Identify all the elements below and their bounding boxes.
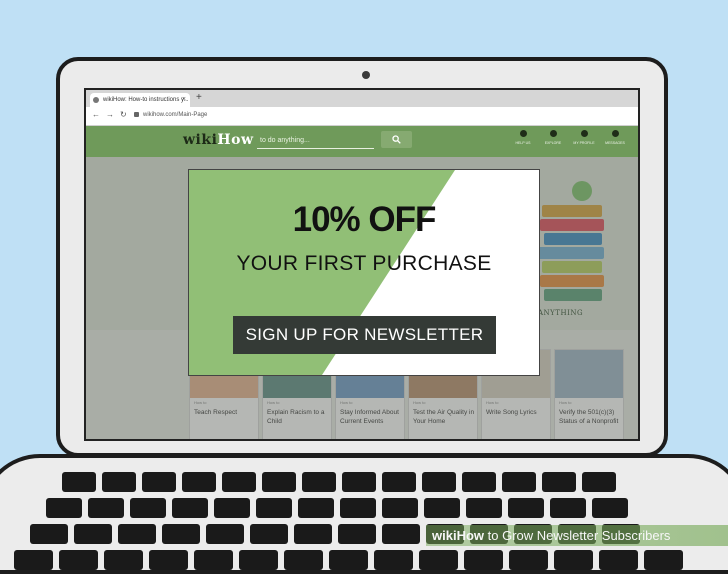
lock-icon: [134, 112, 139, 117]
keyboard-key: [582, 472, 616, 492]
search-placeholder: to do anything...: [260, 137, 310, 144]
keyboard-key: [206, 524, 244, 544]
logo-wiki: wiki: [183, 132, 218, 148]
nav-label: HELP US: [515, 141, 531, 145]
keyboard-key: [508, 498, 544, 518]
keyboard-key: [464, 550, 503, 570]
keyboard-key: [419, 550, 458, 570]
messages-icon: [611, 130, 619, 137]
keyboard-key: [550, 498, 586, 518]
nav-label: EXPLORE: [544, 141, 562, 145]
popup-subheadline: YOUR FIRST PURCHASE: [236, 252, 492, 275]
nav-messages[interactable]: MESSAGES: [602, 130, 628, 145]
sprout-icon: [519, 130, 527, 137]
keyboard-key: [262, 472, 296, 492]
watermark-text: to Grow Newsletter Subscribers: [484, 528, 671, 543]
keyboard-key: [194, 550, 233, 570]
keyboard-key: [374, 550, 413, 570]
watermark-brand: wikiHow: [432, 528, 485, 543]
keyboard-key: [104, 550, 143, 570]
browser-tab[interactable]: wikiHow: How-to instructions y... ×: [90, 93, 190, 107]
wikihow-logo[interactable]: wikiHow: [183, 132, 254, 148]
search-button[interactable]: [381, 131, 412, 148]
nav-explore[interactable]: EXPLORE: [540, 130, 566, 145]
search-icon: [392, 135, 401, 144]
keyboard-key: [338, 524, 376, 544]
url-field[interactable]: wikihow.com/Main-Page: [143, 111, 207, 120]
nav-label: MESSAGES: [605, 141, 625, 145]
keyboard-key: [542, 472, 576, 492]
keyboard-key: [466, 498, 502, 518]
keyboard-key: [214, 498, 250, 518]
address-bar: ← → ↻ wikihow.com/Main-Page: [86, 107, 638, 126]
keyboard-key: [382, 472, 416, 492]
site-search-input[interactable]: to do anything...: [257, 134, 374, 149]
profile-icon: [580, 130, 588, 137]
webcam-icon: [362, 71, 370, 79]
keyboard-key: [644, 550, 683, 570]
keyboard-key: [554, 550, 593, 570]
browser-tab-bar: wikiHow: How-to instructions y... × +: [86, 90, 638, 107]
nav-label: MY PROFILE: [573, 141, 595, 145]
keyboard-key: [599, 550, 638, 570]
keyboard-key: [342, 472, 376, 492]
keyboard-key: [298, 498, 334, 518]
nav-my-profile[interactable]: MY PROFILE: [571, 130, 597, 145]
keyboard-key: [142, 472, 176, 492]
keyboard-key: [302, 472, 336, 492]
close-icon[interactable]: ×: [182, 93, 186, 107]
keyboard-key: [222, 472, 256, 492]
keyboard-key: [62, 472, 96, 492]
keyboard-key: [14, 550, 53, 570]
keyboard-key: [74, 524, 112, 544]
keyboard-key: [294, 524, 332, 544]
laptop-keyboard: [0, 454, 728, 574]
keyboard-key: [162, 524, 200, 544]
logo-how: How: [217, 132, 254, 148]
keyboard-key: [59, 550, 98, 570]
forward-arrow-icon[interactable]: →: [106, 110, 114, 120]
favicon-icon: [93, 97, 99, 103]
keyboard-key: [250, 524, 288, 544]
newsletter-signup-button[interactable]: SIGN UP FOR NEWSLETTER: [233, 316, 496, 354]
wikihow-watermark: wikiHow to Grow Newsletter Subscribers: [426, 525, 728, 546]
keyboard-key: [284, 550, 323, 570]
keyboard-key: [424, 498, 460, 518]
tab-title: wikiHow: How-to instructions y...: [103, 97, 189, 103]
keyboard-key: [462, 472, 496, 492]
keyboard-key: [130, 498, 166, 518]
keyboard-key: [239, 550, 278, 570]
keyboard-key: [256, 498, 292, 518]
keyboard-key: [502, 472, 536, 492]
site-header: wikiHow to do anything... HELP US EXPLOR…: [86, 126, 638, 157]
keyboard-key: [329, 550, 368, 570]
keyboard-key: [182, 472, 216, 492]
popup-headline: 10% OFF: [292, 200, 437, 239]
keyboard-key: [592, 498, 628, 518]
reload-icon[interactable]: ↻: [120, 110, 127, 120]
keyboard-key: [46, 498, 82, 518]
keyboard-key: [382, 524, 420, 544]
new-tab-button[interactable]: +: [196, 92, 202, 104]
keyboard-key: [340, 498, 376, 518]
keyboard-key: [88, 498, 124, 518]
keyboard-key: [422, 472, 456, 492]
keyboard-key: [149, 550, 188, 570]
keyboard-key: [172, 498, 208, 518]
keyboard-key: [118, 524, 156, 544]
keyboard-key: [509, 550, 548, 570]
compass-icon: [549, 130, 557, 137]
newsletter-popup: 10% OFF YOUR FIRST PURCHASE SIGN UP FOR …: [188, 169, 540, 376]
keyboard-key: [382, 498, 418, 518]
keyboard-key: [102, 472, 136, 492]
keyboard-key: [30, 524, 68, 544]
back-arrow-icon[interactable]: ←: [92, 110, 100, 120]
nav-help-us[interactable]: HELP US: [510, 130, 536, 145]
